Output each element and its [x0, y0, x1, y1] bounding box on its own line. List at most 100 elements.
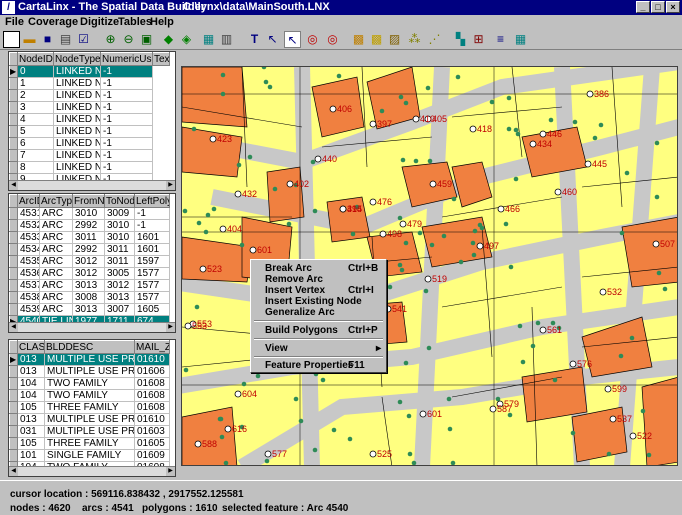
table-cell[interactable]: 0 — [17, 65, 54, 78]
scroll-left-icon[interactable]: ◀ — [9, 323, 18, 332]
table-cell[interactable]: 7 — [17, 149, 54, 162]
table-cell[interactable]: 101 — [17, 449, 45, 462]
row-indicator[interactable] — [9, 291, 18, 304]
minimize-button[interactable]: _ — [636, 1, 650, 13]
table-cell[interactable]: 1577 — [134, 267, 170, 280]
digitize-icon[interactable]: ▩ — [350, 31, 367, 48]
table-row[interactable]: 3LINKED NODE-1 — [9, 101, 170, 114]
table-row[interactable]: ▶013MULTIPLE USE PRIMARIL01610 — [9, 353, 170, 366]
row-indicator[interactable] — [9, 161, 18, 174]
table-cell[interactable]: LINKED NODE — [53, 65, 101, 78]
row-indicator[interactable] — [9, 377, 18, 390]
table-cell[interactable]: ARC — [39, 231, 73, 244]
layers-icon[interactable]: ◈ — [178, 31, 195, 48]
save-icon[interactable]: ■ — [39, 31, 56, 48]
col-numericuserid[interactable]: NumericUserId — [100, 52, 153, 66]
table-row[interactable]: 4535ARC301230111597 — [9, 255, 170, 268]
table-cell[interactable]: SINGLE FAMILY — [44, 449, 135, 462]
row-indicator[interactable] — [9, 207, 18, 220]
table-cell[interactable]: 013 — [17, 365, 45, 378]
table-cell[interactable]: 3011 — [72, 231, 105, 244]
menu-item-build-polygons[interactable]: Build Polygons — [265, 325, 338, 336]
row-indicator[interactable]: ▶ — [9, 65, 18, 78]
table-cell[interactable]: THREE FAMILY — [44, 437, 135, 450]
print-icon[interactable]: ▤ — [57, 31, 74, 48]
open-icon[interactable]: ▬ — [21, 31, 38, 48]
table-cell[interactable]: 4535 — [17, 255, 40, 268]
arcs-table[interactable]: ArcID ArcType FromNode ToNode LeftPoly 4… — [8, 193, 176, 333]
build-icon[interactable]: ▩ — [368, 31, 385, 48]
text-tool-icon[interactable]: T — [246, 31, 263, 48]
table-cell[interactable]: 5 — [17, 125, 54, 138]
row-indicator[interactable] — [9, 267, 18, 280]
row-indicator[interactable] — [9, 231, 18, 244]
row-indicator[interactable] — [9, 243, 18, 256]
table-row[interactable]: 5LINKED NODE-1 — [9, 125, 170, 138]
zoom-in-icon[interactable]: ⊕ — [102, 31, 119, 48]
table-cell[interactable]: 3005 — [104, 267, 135, 280]
table-cell[interactable]: -1 — [100, 89, 153, 102]
table-cell[interactable]: LINKED NODE — [53, 149, 101, 162]
table-cell[interactable]: TWO FAMILY — [44, 377, 135, 390]
menu-help[interactable]: Help — [150, 15, 174, 29]
table-cell[interactable]: 1601 — [134, 231, 170, 244]
row-indicator[interactable] — [9, 303, 18, 316]
col-text[interactable]: Text — [152, 52, 170, 66]
table-row[interactable]: 031MULTIPLE USE PRIMARIL01603 — [9, 425, 170, 438]
col-mail-zip[interactable]: MAIL_ZIP — [134, 340, 170, 354]
table-cell[interactable]: -1 — [100, 161, 153, 174]
table-cell[interactable]: -1 — [100, 65, 153, 78]
table-cell[interactable]: 4537 — [17, 279, 40, 292]
row-indicator[interactable] — [9, 449, 18, 462]
table-row[interactable]: 013MULTIPLE USE PRIMARIL01606 — [9, 365, 170, 378]
pan-icon[interactable]: ◆ — [160, 31, 177, 48]
row-indicator[interactable] — [9, 389, 18, 402]
table-cell[interactable]: ARC — [39, 219, 73, 232]
table-cell[interactable]: 3012 — [72, 255, 105, 268]
menu-item-insert-existing-node[interactable]: Insert Existing Node — [265, 296, 362, 307]
table-cell[interactable]: -1 — [100, 101, 153, 114]
buildings-table[interactable]: CLASS BLDDESC MAIL_ZIP ▶013MULTIPLE USE … — [8, 339, 176, 477]
table-cell[interactable]: 4533 — [17, 231, 40, 244]
table-cell[interactable]: -1 — [100, 149, 153, 162]
table-cell[interactable]: 6 — [17, 137, 54, 150]
row-indicator[interactable] — [9, 125, 18, 138]
row-indicator[interactable] — [9, 219, 18, 232]
menu-file[interactable]: File — [5, 15, 24, 29]
col-nodetype[interactable]: NodeType — [53, 52, 101, 66]
menu-item-break-arc[interactable]: Break Arc — [265, 263, 312, 274]
table-cell[interactable]: 4536 — [17, 267, 40, 280]
table-cell[interactable]: 104 — [17, 389, 45, 402]
table-cell[interactable]: LINKED NODE — [53, 77, 101, 90]
table-cell[interactable]: -1 — [100, 125, 153, 138]
table-row[interactable]: 101 SINGLE FAMILY 01609 — [9, 449, 170, 462]
table-cell[interactable]: 3010 — [104, 219, 135, 232]
table-row[interactable]: 104TWO FAMILY01608 — [9, 377, 170, 390]
table-row[interactable]: 4LINKED NODE-1 — [9, 113, 170, 126]
menu-digitize[interactable]: Digitize — [80, 15, 119, 29]
select-node-icon[interactable]: ↖ — [284, 31, 301, 48]
close-button[interactable]: × — [666, 1, 680, 13]
table-cell[interactable]: 3013 — [72, 279, 105, 292]
table-row[interactable]: 105 THREE FAMILY 01608 — [9, 401, 170, 414]
table-cell[interactable]: 01606 — [134, 365, 170, 378]
row-indicator[interactable]: ▶ — [9, 353, 18, 366]
table-cell[interactable]: 01610 — [134, 413, 170, 426]
grid-icon[interactable]: ⋰ — [426, 31, 443, 48]
target-icon[interactable]: ◎ — [304, 31, 321, 48]
calculator-icon[interactable]: ▦ — [512, 31, 529, 48]
arcs-hscroll[interactable]: ◀ ▶ — [9, 322, 175, 332]
table-cell[interactable]: 3010 — [72, 207, 105, 220]
table-cell[interactable]: 3011 — [104, 243, 135, 256]
table-row[interactable]: 8LINKED NODE-1 — [9, 161, 170, 174]
table-cell[interactable]: 1577 — [134, 291, 170, 304]
vertex-icon[interactable]: ⁂ — [406, 31, 423, 48]
table-row[interactable]: 4536ARC301230051577 — [9, 267, 170, 280]
table-cell[interactable]: -1 — [100, 113, 153, 126]
scroll-right-icon[interactable]: ▶ — [166, 181, 175, 190]
table-cell[interactable]: LINKED NODE — [53, 89, 101, 102]
edit-tool-icon[interactable]: ▨ — [386, 31, 403, 48]
row-indicator[interactable] — [9, 255, 18, 268]
row-indicator[interactable] — [9, 365, 18, 378]
table-cell[interactable]: 1 — [17, 77, 54, 90]
